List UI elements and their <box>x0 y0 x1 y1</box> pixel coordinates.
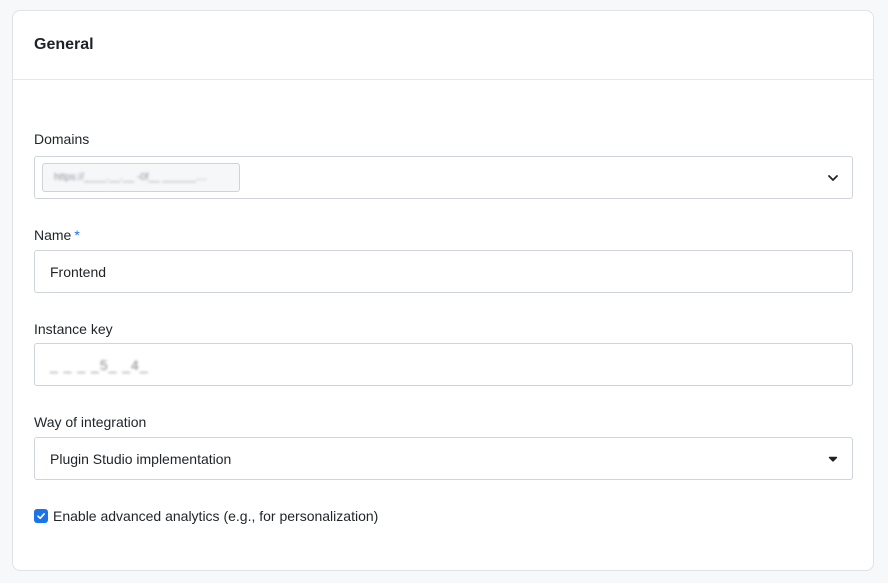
name-input-value: Frontend <box>50 263 107 280</box>
name-label-text: Name <box>34 227 72 243</box>
analytics-checkbox[interactable] <box>34 509 48 523</box>
chevron-down-icon[interactable] <box>826 452 840 466</box>
card-header: General <box>13 11 873 80</box>
domain-chip[interactable]: https://____.__.__ -0f__ ______.... <box>42 163 240 192</box>
instance-key-value: _ _ _ _5_ _4_ <box>50 356 149 373</box>
integration-label: Way of integration <box>34 414 147 430</box>
checkmark-icon <box>37 513 45 520</box>
analytics-checkbox-label: Enable advanced analytics (e.g., for per… <box>53 508 379 524</box>
name-input[interactable]: Frontend <box>34 250 853 293</box>
general-settings-card: General Domains https://____.__.__ -0f__… <box>12 10 874 571</box>
section-title: General <box>34 36 94 53</box>
instance-key-input[interactable]: _ _ _ _5_ _4_ <box>34 343 853 386</box>
required-marker: * <box>74 227 80 243</box>
instance-key-label: Instance key <box>34 321 113 337</box>
domains-select[interactable]: https://____.__.__ -0f__ ______.... <box>34 156 853 199</box>
integration-select[interactable]: Plugin Studio implementation <box>34 437 853 480</box>
analytics-checkbox-row[interactable]: Enable advanced analytics (e.g., for per… <box>34 508 378 524</box>
name-label: Name * <box>34 227 80 243</box>
chevron-down-icon[interactable] <box>826 171 840 185</box>
domains-label: Domains <box>34 131 90 147</box>
domain-chip-text: https://____.__.__ -0f__ ______.... <box>54 172 207 183</box>
integration-selected-value: Plugin Studio implementation <box>50 450 232 467</box>
